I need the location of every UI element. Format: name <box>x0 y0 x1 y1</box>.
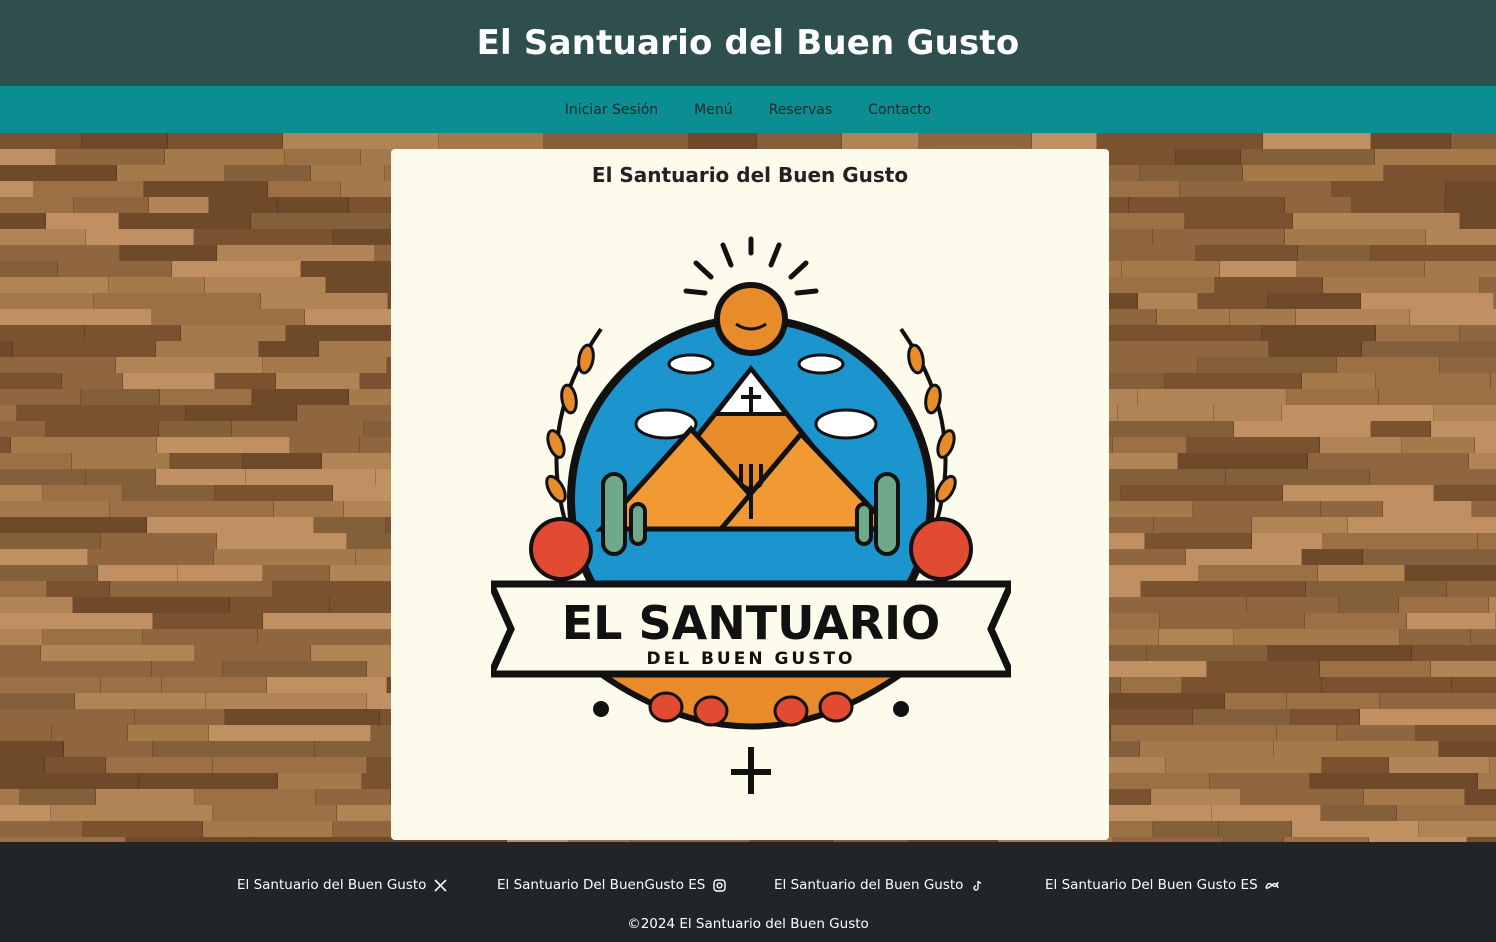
social-meta-label: El Santuario Del Buen Gusto ES <box>1045 877 1258 893</box>
meta-icon <box>1264 878 1279 892</box>
social-meta-link[interactable]: El Santuario Del Buen Gusto ES <box>1045 877 1279 893</box>
social-tiktok-label: El Santuario del Buen Gusto <box>774 877 964 893</box>
x-icon <box>433 878 447 892</box>
social-tiktok-link[interactable]: El Santuario del Buen Gusto <box>774 877 984 893</box>
site-title: El Santuario del Buen Gusto <box>476 23 1020 63</box>
social-x-link[interactable]: El Santuario del Buen Gusto <box>237 877 447 893</box>
restaurant-logo: EL SANTUARIO DEL BUEN GUSTO <box>485 219 1017 809</box>
logo-title: EL SANTUARIO <box>562 596 941 650</box>
site-footer: El Santuario del Buen Gusto El Santuario… <box>0 842 1496 942</box>
instagram-icon <box>712 878 726 892</box>
site-header: El Santuario del Buen Gusto <box>0 0 1496 86</box>
copyright-text: ©2024 El Santuario del Buen Gusto <box>627 916 869 932</box>
hero-card: El Santuario del Buen Gusto EL SANTUARIO… <box>391 149 1109 840</box>
main-nav: Iniciar Sesión Menú Reservas Contacto <box>0 86 1496 133</box>
nav-menu-link[interactable]: Menú <box>676 102 750 118</box>
social-instagram-link[interactable]: El Santuario Del BuenGusto ES <box>497 877 726 893</box>
tiktok-icon <box>970 878 984 892</box>
logo-subtitle: DEL BUEN GUSTO <box>646 649 855 669</box>
wood-plank-row <box>0 133 1496 149</box>
social-instagram-label: El Santuario Del BuenGusto ES <box>497 877 706 893</box>
social-x-label: El Santuario del Buen Gusto <box>237 877 427 893</box>
card-title: El Santuario del Buen Gusto <box>591 163 909 187</box>
nav-login-link[interactable]: Iniciar Sesión <box>547 102 676 118</box>
nav-reservations-link[interactable]: Reservas <box>751 102 851 118</box>
nav-contact-link[interactable]: Contacto <box>850 102 949 118</box>
